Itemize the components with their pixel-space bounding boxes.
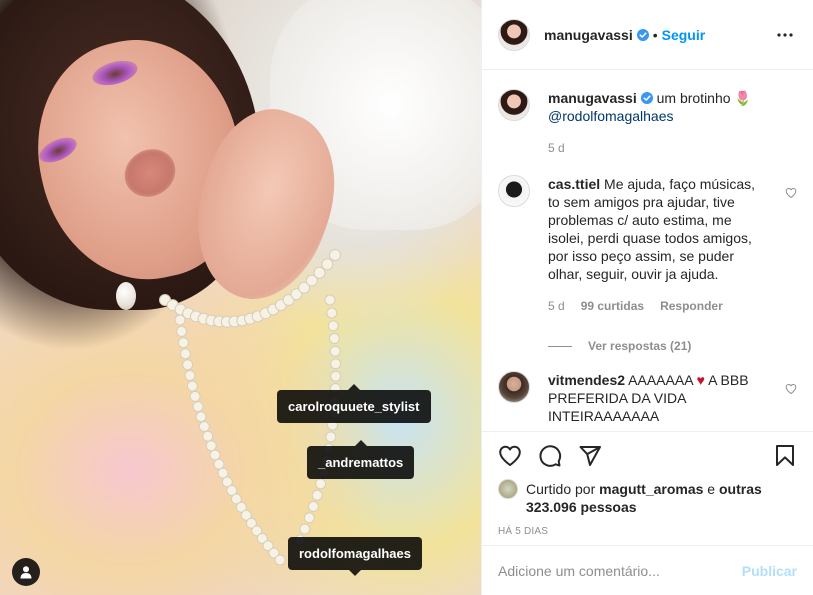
pearl — [182, 359, 194, 371]
comment-time[interactable]: 5 d — [548, 297, 565, 315]
post-timestamp[interactable]: HÁ 5 DIAS — [498, 526, 797, 537]
pearl — [311, 489, 323, 501]
pearl — [329, 249, 341, 261]
pearl — [274, 554, 286, 566]
comment-username[interactable]: cas.ttiel — [548, 176, 600, 192]
pearl — [326, 307, 338, 319]
view-replies-button[interactable]: Ver respostas (21) — [548, 339, 797, 353]
post-photo[interactable]: carolroquuete_stylist _andremattos rodol… — [0, 0, 481, 595]
pearl — [330, 370, 342, 382]
author-username[interactable]: manugavassi — [544, 27, 633, 43]
reply-button[interactable]: Responder — [660, 297, 723, 315]
pearl — [177, 337, 189, 349]
comment-text: AAAAAAA — [628, 372, 697, 388]
verified-badge-icon — [636, 28, 649, 41]
pearl — [189, 390, 201, 402]
avatar[interactable] — [498, 89, 530, 121]
verified-badge-icon — [640, 92, 653, 104]
photo-pearl-necklaces — [159, 249, 342, 566]
pearl — [186, 380, 198, 392]
add-comment-bar: Publicar — [482, 545, 813, 595]
comment-button[interactable] — [530, 436, 570, 476]
user-icon — [20, 566, 32, 579]
pearl — [313, 266, 326, 279]
bookmark-icon — [776, 445, 794, 466]
caption-mention-link[interactable]: @rodolfomagalhaes — [548, 108, 674, 124]
post-header: manugavassi • Seguir — [482, 0, 813, 70]
caption-text: um brotinho 🌷 — [656, 90, 752, 106]
avatar[interactable] — [498, 175, 530, 207]
like-button[interactable] — [490, 436, 530, 476]
photo-user-tag[interactable]: carolroquuete_stylist — [277, 384, 431, 423]
comment-icon — [539, 445, 562, 467]
post-actions: Curtido por magutt_aromas e outras 323.0… — [482, 431, 813, 537]
comment-item: vitmendes2 AAAAAAA ♥ A BBB PREFERIDA DA … — [498, 353, 797, 425]
post-side-panel: manugavassi • Seguir manugavassi um brot… — [481, 0, 813, 595]
liked-by-text: Curtido por magutt_aromas e outras 323.0… — [526, 480, 797, 516]
share-button[interactable] — [570, 436, 610, 476]
liked-by-prefix: Curtido por — [526, 481, 600, 497]
comment-username[interactable]: vitmendes2 — [548, 372, 625, 388]
pearl — [198, 421, 210, 432]
comment-meta: 5 d 99 curtidas Responder — [548, 297, 767, 315]
pearl — [209, 449, 221, 461]
save-button[interactable] — [765, 436, 805, 476]
pearl — [315, 478, 327, 490]
photo-user-tag[interactable]: rodolfomagalhaes — [288, 537, 422, 576]
comment-item: cas.ttiel Me ajuda, faço músicas, to sem… — [498, 157, 797, 315]
pearl — [195, 411, 207, 423]
pearl — [330, 358, 342, 370]
pearl — [192, 401, 204, 413]
pearl — [303, 512, 315, 524]
liked-by-middle: e — [703, 481, 719, 497]
paper-plane-icon — [579, 446, 601, 466]
pearl — [176, 325, 188, 337]
caption-username[interactable]: manugavassi — [548, 90, 637, 106]
avatar[interactable] — [498, 479, 518, 499]
pearl — [321, 258, 334, 271]
view-replies-line — [548, 345, 572, 347]
action-icons-row — [490, 432, 797, 480]
pearl — [202, 430, 214, 442]
photo-user-tag[interactable]: _andremattos — [307, 440, 415, 479]
caption-meta: 5 d — [548, 139, 767, 157]
caption-body: manugavassi um brotinho 🌷 @rodolfomagalh… — [548, 89, 797, 157]
pearl — [324, 294, 336, 306]
comment-body: vitmendes2 AAAAAAA ♥ A BBB PREFERIDA DA … — [548, 371, 797, 425]
separator-dot: • — [652, 26, 658, 43]
comment-input[interactable] — [498, 562, 742, 579]
like-comment-heart-icon[interactable] — [785, 383, 797, 395]
pearl — [213, 458, 225, 470]
publish-button[interactable]: Publicar — [742, 563, 797, 579]
avatar[interactable] — [498, 371, 530, 403]
pearl — [328, 333, 340, 344]
like-comment-heart-icon[interactable] — [785, 187, 797, 199]
pearl — [329, 345, 341, 357]
heart-icon — [499, 445, 521, 466]
pearl — [179, 348, 191, 360]
pearl — [327, 320, 339, 332]
pearl — [325, 431, 337, 443]
tagged-users-button[interactable] — [12, 558, 40, 586]
avatar[interactable] — [498, 18, 530, 51]
more-options-icon — [777, 32, 793, 37]
pearl — [174, 314, 186, 326]
liked-by: Curtido por magutt_aromas e outras 323.0… — [498, 479, 797, 516]
comment-body: cas.ttiel Me ajuda, faço músicas, to sem… — [548, 175, 797, 315]
more-options-button[interactable] — [773, 23, 797, 47]
caption-time[interactable]: 5 d — [548, 139, 565, 157]
pearl — [184, 370, 196, 381]
pearl — [299, 523, 311, 535]
pearl — [307, 501, 319, 512]
red-heart-emoji: ♥ — [696, 372, 705, 388]
pearl — [205, 440, 217, 452]
caption: manugavassi um brotinho 🌷 @rodolfomagalh… — [498, 71, 797, 157]
liked-by-username[interactable]: magutt_aromas — [599, 481, 703, 497]
view-replies-label: Ver respostas (21) — [588, 339, 692, 353]
comment-likes-count[interactable]: 99 curtidas — [581, 297, 644, 315]
follow-button[interactable]: Seguir — [662, 27, 706, 43]
comments-list[interactable]: manugavassi um brotinho 🌷 @rodolfomagalh… — [482, 71, 813, 431]
